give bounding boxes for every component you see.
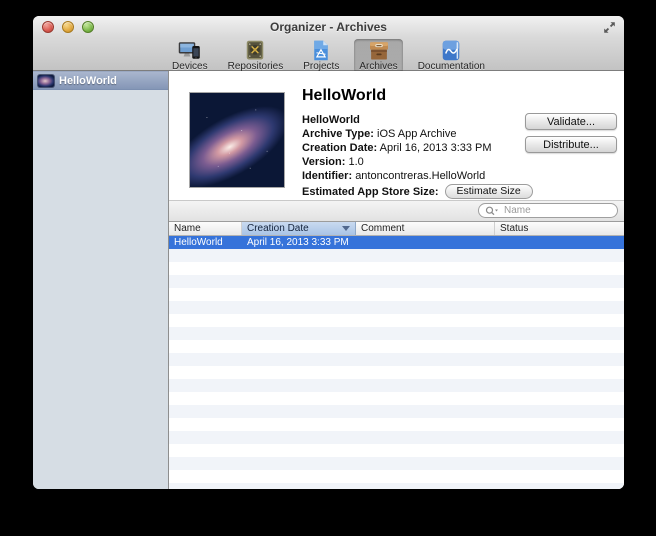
repositories-icon xyxy=(243,40,267,61)
filter-bar xyxy=(169,200,624,221)
column-header-status[interactable]: Status xyxy=(495,222,624,235)
projects-icon xyxy=(309,40,333,61)
toolbar: Devices Repositories xyxy=(33,38,624,71)
creation-date-row: Creation Date: April 16, 2013 3:33 PM xyxy=(302,141,533,155)
identifier-row: Identifier: antoncontreras.HelloWorld xyxy=(302,169,533,183)
cell-status xyxy=(495,236,624,249)
table-header: Name Creation Date Comment Status xyxy=(169,221,624,236)
search-field[interactable] xyxy=(478,203,618,218)
titlebar[interactable]: Organizer - Archives xyxy=(33,16,624,38)
window-chrome: Organizer - Archives Devi xyxy=(33,16,624,71)
fullscreen-icon[interactable] xyxy=(603,21,616,34)
column-header-comment[interactable]: Comment xyxy=(356,222,495,235)
sort-descending-icon xyxy=(342,226,350,231)
distribute-button[interactable]: Distribute... xyxy=(525,136,617,153)
version-row: Version: 1.0 xyxy=(302,155,533,169)
toolbar-item-devices[interactable]: Devices xyxy=(167,39,213,73)
cell-name: HelloWorld xyxy=(169,236,242,249)
main-pane: HelloWorld HelloWorld Archive Type: iOS … xyxy=(169,71,624,489)
sidebar-item-helloworld[interactable]: HelloWorld xyxy=(33,71,168,90)
archive-title: HelloWorld xyxy=(302,87,533,105)
documentation-icon xyxy=(439,40,463,61)
cell-creation-date: April 16, 2013 3:33 PM xyxy=(242,236,356,249)
window-title: Organizer - Archives xyxy=(33,16,624,38)
estimated-size-label: Estimated App Store Size: xyxy=(302,185,439,199)
content: HelloWorld HelloWorld HelloWorld Archive… xyxy=(33,71,624,489)
organizer-window: Organizer - Archives Devi xyxy=(33,16,624,489)
sidebar: HelloWorld xyxy=(33,71,169,489)
action-buttons: Validate... Distribute... xyxy=(525,113,617,153)
estimate-size-button[interactable]: Estimate Size xyxy=(445,184,533,199)
search-input[interactable] xyxy=(502,204,611,217)
validate-button[interactable]: Validate... xyxy=(525,113,617,130)
archive-artwork-image xyxy=(190,93,284,187)
archives-icon xyxy=(367,40,391,61)
archive-info: HelloWorld HelloWorld Archive Type: iOS … xyxy=(302,87,533,199)
archive-thumbnail-icon xyxy=(38,75,54,87)
column-header-name[interactable]: Name xyxy=(169,222,242,235)
cell-comment xyxy=(356,236,495,249)
toolbar-item-archives[interactable]: Archives xyxy=(354,39,402,73)
search-icon xyxy=(485,206,499,216)
archive-type-row: Archive Type: iOS App Archive xyxy=(302,127,533,141)
archive-name: HelloWorld xyxy=(302,113,533,127)
toolbar-item-repositories[interactable]: Repositories xyxy=(223,39,289,73)
sidebar-item-label: HelloWorld xyxy=(59,75,117,87)
table-body-empty[interactable] xyxy=(169,249,624,489)
archive-detail: HelloWorld HelloWorld Archive Type: iOS … xyxy=(169,71,624,200)
devices-icon xyxy=(178,40,202,61)
estimated-size-row: Estimated App Store Size: Estimate Size xyxy=(302,184,533,199)
column-header-creation-date[interactable]: Creation Date xyxy=(242,222,356,235)
toolbar-item-documentation[interactable]: Documentation xyxy=(413,39,490,73)
toolbar-item-projects[interactable]: Projects xyxy=(298,39,344,73)
table-row-helloworld[interactable]: HelloWorld April 16, 2013 3:33 PM xyxy=(169,236,624,249)
